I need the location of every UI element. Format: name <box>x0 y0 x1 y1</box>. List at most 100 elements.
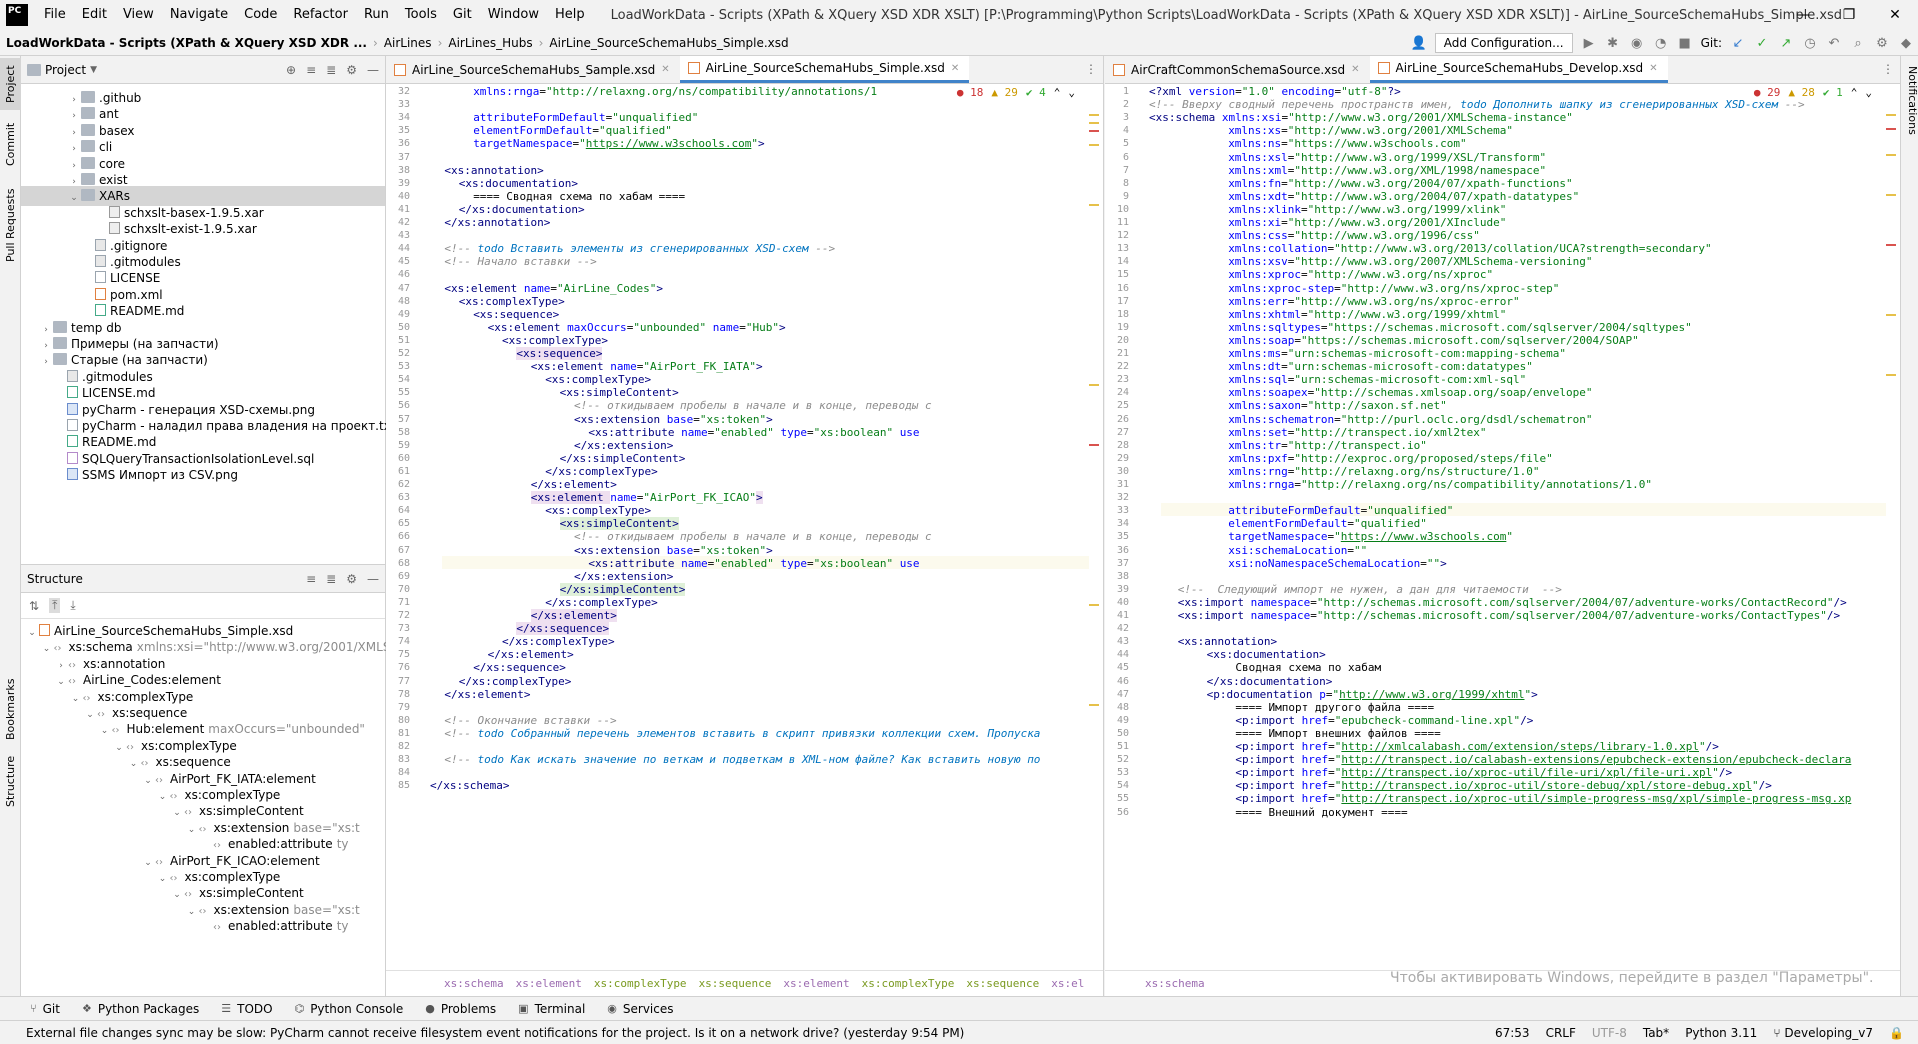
warning-marker[interactable] <box>1089 114 1099 116</box>
chevron-down-icon[interactable]: ▼ <box>90 65 97 75</box>
caret-position[interactable]: 67:53 <box>1495 1026 1530 1040</box>
todo-tool-button[interactable]: ☰ TODO <box>221 1002 272 1016</box>
expand-all-icon[interactable]: ≡ <box>306 572 316 586</box>
indent-setting[interactable]: Tab* <box>1643 1026 1669 1040</box>
more-tabs-icon[interactable]: ⋮ <box>1085 62 1097 76</box>
profile-icon[interactable]: ◔ <box>1653 35 1669 51</box>
line-separator[interactable]: CRLF <box>1546 1026 1576 1040</box>
close-icon[interactable]: ✕ <box>1351 64 1359 75</box>
add-configuration-button[interactable]: Add Configuration... <box>1434 33 1573 53</box>
breadcrumb-item[interactable]: xs:complexType <box>862 977 955 990</box>
autoscroll-from-source-icon[interactable]: ⤓ <box>70 598 75 613</box>
hide-icon[interactable]: — <box>367 572 379 586</box>
sort-alpha-icon[interactable]: ⇅ <box>29 599 39 613</box>
lock-icon[interactable]: 🔒 <box>1889 1026 1904 1040</box>
menu-tools[interactable]: Tools <box>397 0 445 30</box>
collapse-all-icon[interactable]: ≣ <box>326 63 336 77</box>
structure-tool-tab[interactable]: Structure <box>0 750 21 812</box>
python-packages-tool-button[interactable]: ❖ Python Packages <box>82 1002 199 1016</box>
warning-marker[interactable] <box>1089 604 1099 606</box>
right-code-area[interactable]: ● 29 ▲ 28 ✔ 1 ⌃ ⌄ 1 <?xml version="1.0" e… <box>1105 84 1900 970</box>
git-update-icon[interactable]: ↙ <box>1730 35 1746 51</box>
project-tree-item[interactable]: SSMS Импорт из CSV.png <box>21 465 385 485</box>
git-tool-button[interactable]: ⑂ Git <box>30 1002 60 1016</box>
problems-tool-button[interactable]: ● Problems <box>425 1002 496 1016</box>
file-encoding[interactable]: UTF-8 <box>1592 1026 1627 1040</box>
gear-icon[interactable]: ⚙ <box>346 572 357 586</box>
menu-edit[interactable]: Edit <box>74 0 115 30</box>
warning-marker[interactable] <box>1886 374 1896 376</box>
ide-features-icon[interactable]: ◆ <box>1898 35 1914 51</box>
locate-icon[interactable]: ⊕ <box>286 63 296 77</box>
git-branch[interactable]: ⑂ Developing_v7 <box>1773 1026 1873 1040</box>
warning-marker[interactable] <box>1886 194 1896 196</box>
inspection-widget[interactable]: ● 18 ▲ 29 ✔ 4 ⌃ ⌄ <box>957 86 1075 99</box>
error-stripe[interactable] <box>1886 84 1896 970</box>
status-message[interactable]: External file changes sync may be slow: … <box>0 1026 1500 1040</box>
breadcrumb-item[interactable]: xs:schema <box>1145 977 1205 990</box>
breadcrumb-item[interactable]: xs:schema <box>444 977 504 990</box>
menu-view[interactable]: View <box>115 0 162 30</box>
structure-tree-item[interactable]: ‹› enabled:attribute ty <box>21 916 385 936</box>
error-marker[interactable] <box>1886 244 1896 246</box>
tab-airline-develop[interactable]: AirLine_SourceSchemaHubs_Develop.xsd ✕ <box>1369 56 1668 83</box>
error-marker[interactable] <box>1089 130 1099 132</box>
gear-icon[interactable]: ⚙ <box>346 63 357 77</box>
warning-marker[interactable] <box>1886 114 1896 116</box>
chevron-down-icon[interactable]: ⌄ <box>1068 86 1075 99</box>
warning-marker[interactable] <box>1089 204 1099 206</box>
warning-marker[interactable] <box>1089 144 1099 146</box>
project-tool-tab[interactable]: Project <box>0 58 21 110</box>
commit-tool-tab[interactable]: Commit <box>0 118 21 170</box>
nav-crumb-project[interactable]: LoadWorkData - Scripts (XPath & XQuery X… <box>0 36 373 50</box>
close-window-button[interactable]: ✕ <box>1872 0 1918 30</box>
breadcrumb-item[interactable]: xs:el <box>1051 977 1084 990</box>
warning-marker[interactable] <box>1886 154 1896 156</box>
error-marker[interactable] <box>1886 128 1896 130</box>
menu-navigate[interactable]: Navigate <box>162 0 236 30</box>
python-console-tool-button[interactable]: ⌬ Python Console <box>295 1002 404 1016</box>
nav-crumb-file[interactable]: AirLine_SourceSchemaHubs_Simple.xsd <box>543 36 794 50</box>
run-icon[interactable]: ▶ <box>1581 35 1597 51</box>
close-icon[interactable]: ✕ <box>1649 63 1657 74</box>
menu-run[interactable]: Run <box>356 0 397 30</box>
hide-icon[interactable]: — <box>367 63 379 77</box>
collapse-all-icon[interactable]: ≣ <box>326 572 336 586</box>
minimize-button[interactable]: — <box>1780 0 1826 30</box>
python-interpreter[interactable]: Python 3.11 <box>1685 1026 1757 1040</box>
project-panel-title[interactable]: Project <box>45 63 86 77</box>
menu-file[interactable]: File <box>36 0 74 30</box>
chevron-up-icon[interactable]: ⌃ <box>1054 86 1061 99</box>
git-push-icon[interactable]: ↗ <box>1778 35 1794 51</box>
services-tool-button[interactable]: ◉ Services <box>607 1002 673 1016</box>
tab-airline-simple[interactable]: AirLine_SourceSchemaHubs_Simple.xsd ✕ <box>679 56 970 83</box>
breadcrumb-item[interactable]: xs:complexType <box>594 977 687 990</box>
nav-crumb-airlines-hubs[interactable]: AirLines_Hubs <box>442 36 538 50</box>
tab-airline-sample[interactable]: AirLine_SourceSchemaHubs_Sample.xsd ✕ <box>386 56 680 83</box>
debug-icon[interactable]: ✱ <box>1605 35 1621 51</box>
terminal-tool-button[interactable]: ▣ Terminal <box>518 1002 585 1016</box>
git-commit-icon[interactable]: ✓ <box>1754 35 1770 51</box>
breadcrumb-item[interactable]: xs:sequence <box>966 977 1039 990</box>
close-icon[interactable]: ✕ <box>951 63 959 74</box>
notifications-tool-tab[interactable]: Notifications <box>1901 66 1918 135</box>
breadcrumb-item[interactable]: xs:element <box>783 977 849 990</box>
git-history-icon[interactable]: ◷ <box>1802 35 1818 51</box>
coverage-icon[interactable]: ◉ <box>1629 35 1645 51</box>
tab-aircraft-common[interactable]: AirCraftCommonSchemaSource.xsd ✕ <box>1105 56 1370 83</box>
warning-marker[interactable] <box>1089 704 1099 706</box>
breadcrumb-item[interactable]: xs:element <box>516 977 582 990</box>
nav-crumb-airlines[interactable]: AirLines <box>378 36 438 50</box>
menu-help[interactable]: Help <box>547 0 593 30</box>
menu-window[interactable]: Window <box>480 0 547 30</box>
menu-refactor[interactable]: Refactor <box>285 0 356 30</box>
search-icon[interactable]: ⌕ <box>1850 35 1866 51</box>
menu-git[interactable]: Git <box>445 0 480 30</box>
git-rollback-icon[interactable]: ↶ <box>1826 35 1842 51</box>
restore-button[interactable]: ❐ <box>1826 0 1872 30</box>
more-tabs-icon[interactable]: ⋮ <box>1882 62 1894 76</box>
left-code-area[interactable]: ● 18 ▲ 29 ✔ 4 ⌃ ⌄ 32 xmlns:rnga="http://r… <box>386 84 1103 970</box>
breadcrumb-item[interactable]: xs:sequence <box>699 977 772 990</box>
user-icon[interactable]: 👤 <box>1411 35 1427 51</box>
warning-marker[interactable] <box>1886 314 1896 316</box>
